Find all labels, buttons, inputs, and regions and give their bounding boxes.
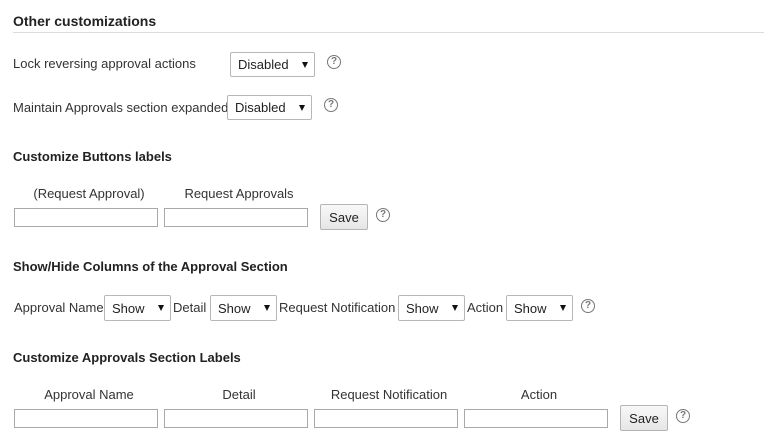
section-labels-title: Customize Approvals Section Labels [13, 350, 241, 365]
maintain-expanded-select[interactable]: Disabled [227, 95, 312, 120]
detail-label-input[interactable] [164, 409, 308, 428]
labels-header-request-notification: Request Notification [330, 387, 448, 402]
column-label-action: Action [467, 300, 504, 315]
column-label-request-notification: Request Notification [279, 300, 396, 315]
help-icon[interactable]: ? [676, 409, 690, 423]
column-select-detail[interactable]: Show [210, 295, 277, 321]
lock-reversing-select[interactable]: Disabled [230, 52, 315, 77]
chevron-down-icon [299, 104, 305, 111]
lock-reversing-value: Disabled [238, 57, 289, 72]
chevron-down-icon [452, 305, 458, 311]
action-label-input[interactable] [464, 409, 608, 428]
column-label-approval-name: Approval Name [14, 300, 104, 315]
help-icon[interactable]: ? [324, 98, 338, 112]
column-value-request-notification: Show [406, 300, 439, 316]
approval-name-label-input[interactable] [14, 409, 158, 428]
column-select-request-notification[interactable]: Show [398, 295, 465, 321]
show-hide-title: Show/Hide Columns of the Approval Sectio… [13, 259, 288, 274]
section-divider [13, 32, 764, 33]
request-approvals-label-input[interactable] [164, 208, 308, 227]
chevron-down-icon [302, 61, 308, 68]
column-select-approval-name[interactable]: Show [104, 295, 171, 321]
section-title: Other customizations [13, 13, 157, 29]
column-label-detail: Detail [173, 300, 207, 315]
chevron-down-icon [158, 305, 164, 311]
buttons-labels-title: Customize Buttons labels [13, 149, 172, 164]
column-value-approval-name: Show [112, 300, 145, 316]
help-icon[interactable]: ? [376, 208, 390, 222]
help-icon[interactable]: ? [581, 299, 595, 313]
column-value-detail: Show [218, 300, 251, 316]
chevron-down-icon [560, 305, 566, 311]
lock-reversing-label: Lock reversing approval actions [13, 56, 196, 71]
buttons-header-request-approvals: Request Approvals [184, 186, 294, 201]
column-select-action[interactable]: Show [506, 295, 573, 321]
save-section-labels-button[interactable]: Save [620, 405, 668, 431]
column-value-action: Show [514, 300, 547, 316]
chevron-down-icon [264, 305, 270, 311]
help-icon[interactable]: ? [327, 55, 341, 69]
buttons-header-request-approval: (Request Approval) [33, 186, 145, 201]
labels-header-approval-name: Approval Name [44, 387, 134, 402]
maintain-expanded-label: Maintain Approvals section expanded [13, 100, 229, 115]
request-notification-label-input[interactable] [314, 409, 458, 428]
maintain-expanded-value: Disabled [235, 100, 286, 115]
labels-header-detail: Detail [222, 387, 256, 402]
request-approval-label-input[interactable] [14, 208, 158, 227]
labels-header-action: Action [520, 387, 558, 402]
save-buttons-labels-button[interactable]: Save [320, 204, 368, 230]
